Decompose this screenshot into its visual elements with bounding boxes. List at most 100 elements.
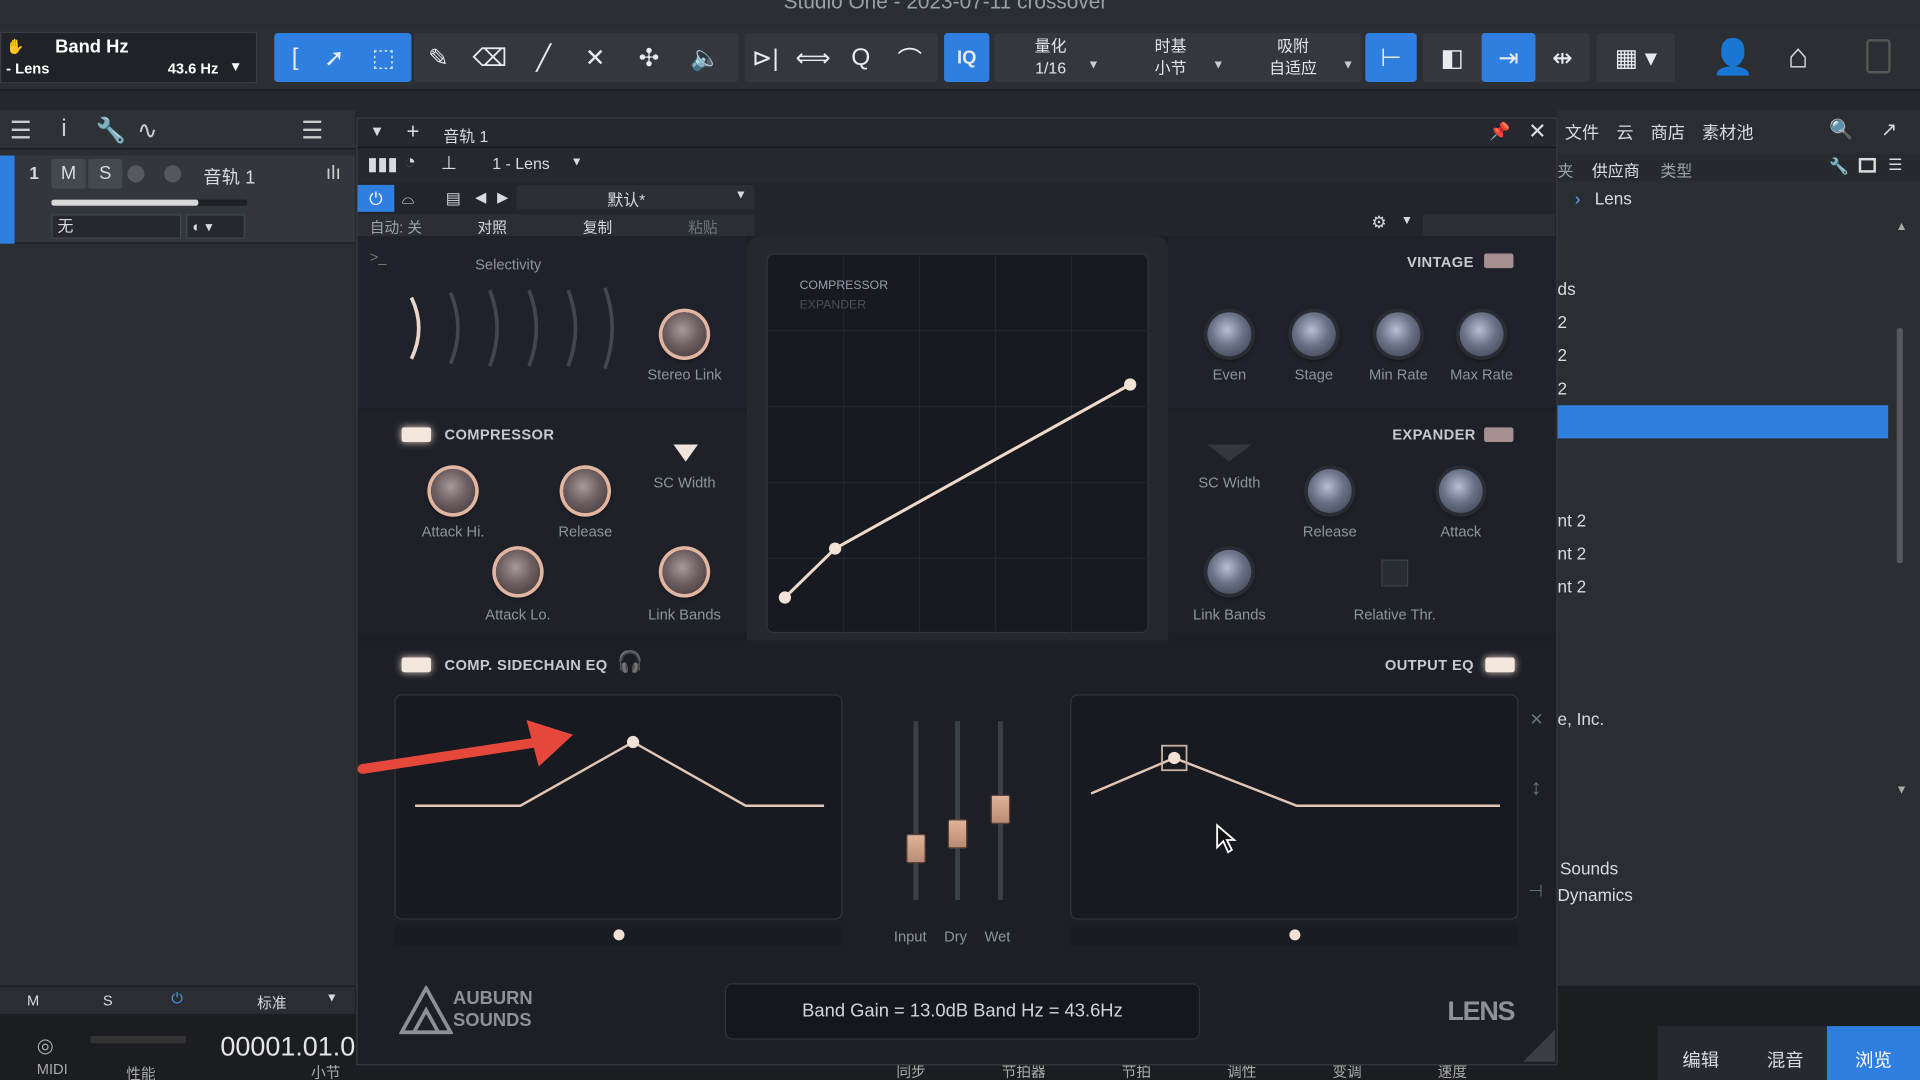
scroll-up-icon[interactable]: ▲: [1896, 220, 1908, 233]
pencil-tool-icon[interactable]: ✎: [416, 33, 461, 83]
volume-slider[interactable]: [51, 199, 248, 206]
info-icon[interactable]: i: [61, 115, 66, 143]
timebase-control[interactable]: 时基 小节: [1134, 36, 1207, 80]
chevron-down-icon[interactable]: ▼: [1212, 59, 1224, 72]
preset-icon[interactable]: ▤: [446, 189, 461, 209]
attack-hi-knob[interactable]: [431, 468, 476, 514]
exp-release-knob[interactable]: [1307, 468, 1352, 514]
solo-button[interactable]: S: [88, 159, 123, 189]
auto-button[interactable]: 自动: 关: [370, 217, 422, 238]
chevron-down-icon[interactable]: ▼: [370, 122, 385, 139]
bend-icon[interactable]: ⌒: [886, 33, 934, 83]
stretch-icon[interactable]: ⟺: [791, 33, 836, 83]
bars-icon[interactable]: ▮▮▮: [367, 153, 397, 175]
edit-tab[interactable]: 编辑: [1657, 1026, 1744, 1080]
compare-button[interactable]: 对照: [478, 217, 507, 238]
scroll-down-icon[interactable]: ▼: [1896, 784, 1908, 797]
chevron-down-icon[interactable]: ▼: [571, 156, 583, 169]
tab-pool[interactable]: 素材池: [1702, 120, 1753, 144]
chevron-down-icon[interactable]: ▼: [1342, 59, 1354, 72]
copy-button[interactable]: 复制: [583, 217, 612, 238]
sidechain-eq-led[interactable]: [401, 657, 432, 673]
bypass-icon[interactable]: ⌓: [402, 189, 415, 209]
marker-icon[interactable]: ⇹: [1540, 33, 1585, 83]
grid-menu-icon[interactable]: ▦ ▾: [1596, 33, 1676, 83]
document-icon[interactable]: [1866, 39, 1891, 74]
window-icon[interactable]: [1858, 157, 1876, 173]
split-icon[interactable]: ⊣: [1528, 880, 1543, 901]
chevron-down-icon[interactable]: ▼: [1087, 59, 1099, 72]
follow-icon[interactable]: ⇥: [1481, 33, 1536, 83]
preset-select[interactable]: 默认* ▼: [516, 184, 755, 210]
iq-button[interactable]: IQ: [944, 33, 990, 83]
browser-selected-row[interactable]: [1557, 405, 1889, 439]
input-fader-handle[interactable]: [906, 833, 926, 864]
browse-tab[interactable]: 浏览: [1826, 1026, 1920, 1080]
loop-icon[interactable]: ◧: [1427, 33, 1477, 83]
comp-link-bands-knob[interactable]: [662, 549, 707, 594]
max-rate-knob[interactable]: [1459, 312, 1504, 357]
power-icon[interactable]: ⏻: [171, 989, 183, 1007]
min-rate-knob[interactable]: [1376, 312, 1421, 357]
add-icon[interactable]: +: [407, 119, 420, 145]
dial-icon[interactable]: ◔: [404, 152, 416, 174]
list-item[interactable]: 2: [1558, 378, 1568, 398]
automation-icon[interactable]: ∿: [137, 115, 158, 146]
mute-button[interactable]: M: [51, 159, 86, 189]
footer-mute[interactable]: M: [27, 992, 39, 1009]
tab-shop[interactable]: 商店: [1651, 120, 1685, 144]
home-icon[interactable]: ⌂: [1788, 37, 1809, 76]
output-eq-curve[interactable]: [1071, 696, 1519, 921]
wrench-icon[interactable]: 🔧: [1829, 157, 1849, 177]
column-type[interactable]: 类型: [1660, 158, 1692, 181]
power-icon[interactable]: ⏻: [357, 184, 395, 212]
snap-control[interactable]: 吸附 自适应: [1256, 36, 1329, 80]
search-icon[interactable]: 🔍: [1829, 118, 1853, 142]
selectivity-curves[interactable]: [402, 285, 622, 371]
column-vendor[interactable]: 供应商: [1592, 158, 1640, 181]
stereo-link-knob[interactable]: [662, 312, 707, 357]
close-icon[interactable]: ✕: [1529, 709, 1543, 730]
split-tool-icon[interactable]: ✣: [626, 33, 672, 83]
output-eq-screen[interactable]: [1070, 694, 1519, 921]
user-icon[interactable]: 👤: [1712, 37, 1755, 77]
mute-tool-icon[interactable]: ✕: [573, 33, 618, 83]
track-row[interactable]: 1 M S 音轨 1 ılı 无 ◐ ▾: [14, 155, 356, 244]
vintage-enable-led[interactable]: [1484, 253, 1514, 269]
list-item[interactable]: ds: [1558, 279, 1576, 299]
attack-lo-knob[interactable]: [495, 549, 541, 594]
prev-preset-icon[interactable]: ◀: [475, 189, 486, 206]
insert-select[interactable]: 1 - Lens: [492, 154, 550, 172]
monitor-toggle[interactable]: ◐ ▾: [186, 214, 245, 239]
list-icon[interactable]: ☰: [1888, 156, 1902, 176]
graph-mode-compressor[interactable]: COMPRESSOR: [800, 279, 888, 292]
paint-tool-icon[interactable]: ╱: [521, 33, 566, 83]
chevron-down-icon[interactable]: ▼: [326, 992, 338, 1005]
list-view-icon[interactable]: ☰: [10, 115, 32, 146]
comp-release-knob[interactable]: [563, 468, 608, 514]
expander-enable-led[interactable]: [1484, 427, 1514, 443]
dry-fader-track[interactable]: [955, 721, 961, 901]
graph-mode-expander[interactable]: EXPANDER: [800, 299, 866, 312]
list-item[interactable]: nt 2: [1558, 511, 1587, 531]
path-label[interactable]: Lens: [1595, 189, 1632, 209]
input-select[interactable]: 无: [51, 214, 182, 239]
close-icon[interactable]: ✕: [1528, 119, 1546, 145]
input-fader-track[interactable]: [913, 721, 919, 901]
dry-fader-handle[interactable]: [947, 819, 968, 849]
next-preset-icon[interactable]: ▶: [497, 189, 508, 206]
compressor-enable-led[interactable]: [401, 427, 432, 443]
column-folder[interactable]: 夹: [1558, 158, 1574, 181]
list-item[interactable]: nt 2: [1558, 577, 1587, 597]
vertical-resize-icon[interactable]: ↕: [1531, 775, 1542, 801]
snap-to-grid-icon[interactable]: ⊢: [1365, 33, 1417, 83]
list-item[interactable]: nt 2: [1558, 544, 1587, 564]
stage-knob[interactable]: [1291, 312, 1336, 357]
output-eq-led[interactable]: [1485, 657, 1515, 673]
chevron-down-icon[interactable]: ▼: [1401, 214, 1413, 227]
nudge-icon[interactable]: ⊳|: [746, 33, 784, 83]
exp-link-bands-knob[interactable]: [1207, 549, 1252, 594]
even-knob[interactable]: [1207, 312, 1252, 357]
sidechain-band-handle[interactable]: [613, 929, 625, 941]
tab-cloud[interactable]: 云: [1616, 120, 1633, 144]
